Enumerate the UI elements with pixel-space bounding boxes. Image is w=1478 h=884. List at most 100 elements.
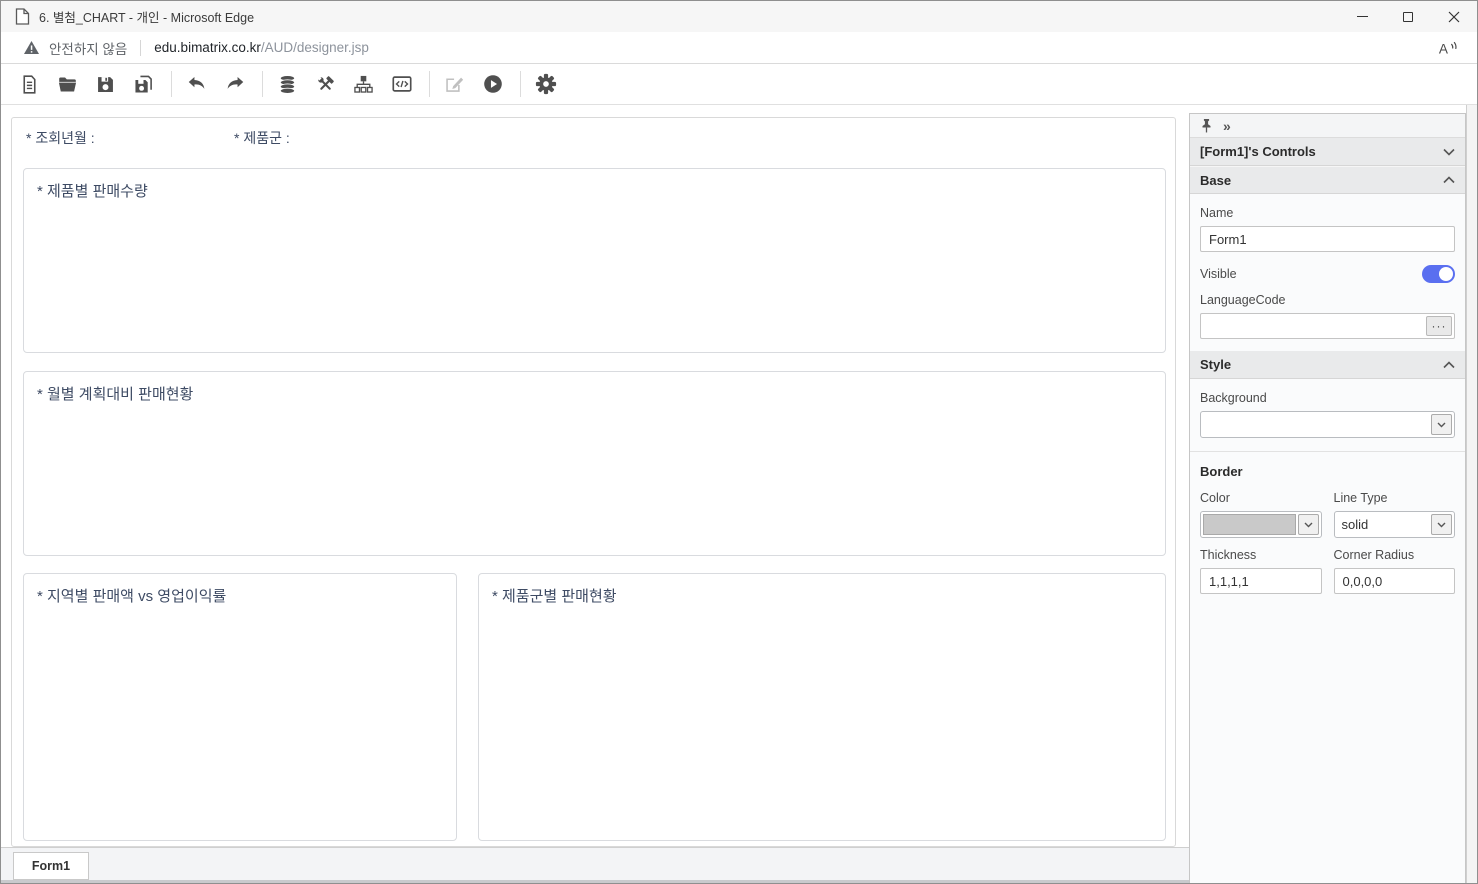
border-subsection-label: Border bbox=[1200, 464, 1243, 479]
code-editor-icon bbox=[391, 76, 412, 92]
scrollbar-track[interactable] bbox=[1466, 105, 1477, 883]
line-type-label: Line Type bbox=[1333, 491, 1388, 505]
language-code-browse-button[interactable]: ··· bbox=[1426, 316, 1452, 336]
corner-radius-input[interactable] bbox=[1333, 568, 1455, 594]
background-dropdown-button[interactable] bbox=[1431, 414, 1452, 435]
panel-title: * 제품군별 판매현황 bbox=[492, 588, 617, 605]
border-color-label: Color bbox=[1200, 491, 1230, 505]
undo-button[interactable] bbox=[179, 67, 214, 101]
border-color-swatch bbox=[1203, 514, 1296, 535]
chart-panel-monthly-plan-vs-actual[interactable]: * 월별 계획대비 판매현황 bbox=[23, 371, 1166, 556]
style-section-label: Style bbox=[1200, 357, 1232, 372]
chevron-up-icon bbox=[1443, 360, 1455, 368]
base-section-body: Name Visible LanguageCode ··· bbox=[1190, 194, 1465, 351]
save-all-icon bbox=[135, 75, 152, 93]
main-area: * 조회년월 : * 제품군 : * 제품별 판매수량 * 월별 계획대비 판매… bbox=[1, 105, 1477, 883]
panel-toolbar: » bbox=[1190, 114, 1465, 138]
toolbar-separator bbox=[429, 71, 430, 97]
run-button[interactable] bbox=[475, 67, 510, 101]
window-title: 6. 별첨_CHART - 개인 - Microsoft Edge bbox=[39, 11, 255, 25]
controls-header-label: [Form1]'s Controls bbox=[1200, 144, 1316, 159]
collapse-panel-icon[interactable]: » bbox=[1223, 119, 1231, 133]
properties-panel: » [Form1]'s Controls Base Name Visible L… bbox=[1189, 113, 1466, 883]
browser-window: 6. 별첨_CHART - 개인 - Microsoft Edge 안전하지 않… bbox=[0, 0, 1478, 884]
toggle-knob bbox=[1439, 267, 1453, 281]
thickness-label: Thickness bbox=[1200, 548, 1257, 562]
settings-button[interactable] bbox=[528, 67, 563, 101]
toolbar-separator bbox=[171, 71, 172, 97]
read-aloud-button[interactable]: A bbox=[1435, 35, 1461, 61]
security-label[interactable]: 안전하지 않음 bbox=[49, 38, 127, 58]
name-input[interactable] bbox=[1200, 226, 1455, 252]
toolbar-separator bbox=[262, 71, 263, 97]
edit-button[interactable] bbox=[437, 67, 472, 101]
minimize-button[interactable] bbox=[1339, 1, 1385, 32]
panel-title: * 지역별 판매액 vs 영업이익률 bbox=[37, 588, 227, 605]
form-canvas[interactable]: * 조회년월 : * 제품군 : * 제품별 판매수량 * 월별 계획대비 판매… bbox=[11, 117, 1176, 847]
save-button[interactable] bbox=[88, 67, 123, 101]
save-icon bbox=[98, 76, 113, 92]
chart-panel-region-sales-vs-profit[interactable]: * 지역별 판매액 vs 영업이익률 bbox=[23, 573, 457, 841]
database-button[interactable] bbox=[270, 67, 305, 101]
warning-triangle-icon bbox=[24, 41, 39, 54]
border-color-dropdown-button[interactable] bbox=[1297, 514, 1319, 535]
close-icon bbox=[1448, 11, 1460, 22]
build-tools-button[interactable] bbox=[308, 67, 343, 101]
page-icon bbox=[15, 8, 30, 25]
border-color-dropdown[interactable] bbox=[1200, 511, 1322, 538]
style-section-body: Background Border Color Line Type solid … bbox=[1190, 379, 1465, 606]
maximize-button[interactable] bbox=[1385, 1, 1431, 32]
save-all-button[interactable] bbox=[126, 67, 161, 101]
hierarchy-button[interactable] bbox=[346, 67, 381, 101]
window-controls bbox=[1339, 1, 1477, 32]
style-section-header[interactable]: Style bbox=[1190, 351, 1465, 379]
corner-radius-label: Corner Radius bbox=[1333, 548, 1415, 562]
settings-icon bbox=[535, 73, 556, 95]
base-section-header[interactable]: Base bbox=[1190, 166, 1465, 194]
toolbar-separator bbox=[520, 71, 521, 97]
chevron-up-icon bbox=[1443, 176, 1455, 184]
title-bar: 6. 별첨_CHART - 개인 - Microsoft Edge bbox=[1, 1, 1477, 32]
line-type-dropdown[interactable]: solid bbox=[1333, 511, 1455, 538]
section-divider bbox=[1190, 451, 1465, 452]
chevron-down-icon bbox=[1437, 522, 1446, 527]
build-tools-icon bbox=[317, 75, 334, 90]
open-folder-button[interactable] bbox=[50, 67, 85, 101]
filter-label-yearmonth[interactable]: * 조회년월 : bbox=[26, 128, 95, 148]
language-code-label: LanguageCode bbox=[1200, 293, 1286, 307]
panel-empty-space bbox=[1190, 606, 1465, 883]
base-section-label: Base bbox=[1200, 172, 1232, 188]
visible-label: Visible bbox=[1200, 267, 1237, 281]
read-aloud-icon: A bbox=[1439, 41, 1457, 56]
code-editor-button[interactable] bbox=[384, 67, 419, 101]
background-value bbox=[1203, 414, 1429, 435]
visible-toggle[interactable] bbox=[1422, 265, 1455, 283]
chevron-down-icon bbox=[1304, 522, 1312, 527]
close-button[interactable] bbox=[1431, 1, 1477, 32]
chart-panel-product-sales-qty[interactable]: * 제품별 판매수량 bbox=[23, 168, 1166, 353]
controls-header[interactable]: [Form1]'s Controls bbox=[1190, 138, 1465, 166]
database-icon bbox=[279, 74, 296, 94]
svg-text:A: A bbox=[1439, 41, 1449, 56]
edit-icon bbox=[446, 77, 464, 92]
line-type-dropdown-button[interactable] bbox=[1431, 514, 1452, 535]
run-icon bbox=[483, 75, 502, 93]
address-separator bbox=[140, 39, 142, 56]
filter-label-productgroup[interactable]: * 제품군 : bbox=[234, 128, 290, 148]
chevron-down-icon bbox=[1437, 422, 1446, 427]
chart-panel-productgroup-sales[interactable]: * 제품군별 판매현황 bbox=[478, 573, 1166, 841]
thickness-input[interactable] bbox=[1200, 568, 1322, 594]
panel-title: * 월별 계획대비 판매현황 bbox=[37, 386, 194, 403]
background-dropdown[interactable] bbox=[1200, 411, 1455, 438]
line-type-value: solid bbox=[1341, 517, 1369, 532]
address-bar: 안전하지 않음 edu.bimatrix.co.kr/AUD/designer.… bbox=[1, 32, 1477, 64]
new-document-button[interactable] bbox=[12, 67, 47, 101]
designer-toolbar bbox=[1, 64, 1477, 105]
minimize-icon bbox=[1356, 16, 1368, 17]
redo-button[interactable] bbox=[217, 67, 252, 101]
language-code-input[interactable] bbox=[1200, 313, 1455, 339]
name-label: Name bbox=[1200, 206, 1234, 220]
pin-icon[interactable] bbox=[1200, 118, 1213, 133]
url-field[interactable]: edu.bimatrix.co.kr/AUD/designer.jsp bbox=[154, 40, 369, 55]
tab-form1[interactable]: Form1 bbox=[13, 852, 89, 880]
